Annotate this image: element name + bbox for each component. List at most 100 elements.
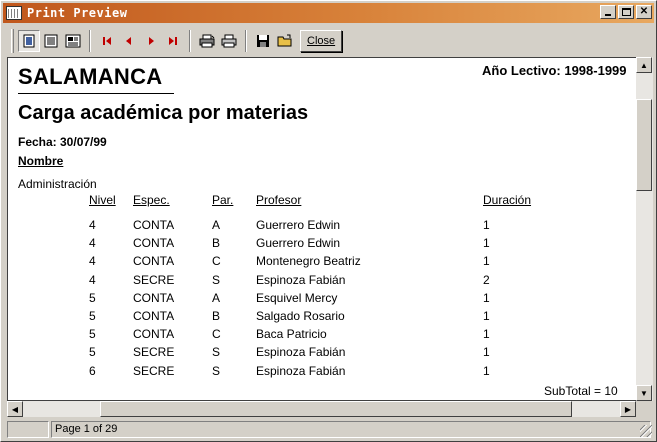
scroll-right-icon: ▶: [624, 404, 632, 414]
level-cell: 5: [89, 345, 96, 359]
duration-cell: 1: [483, 291, 490, 305]
minimize-icon: [605, 14, 611, 16]
maximize-button[interactable]: [618, 5, 634, 19]
scroll-down-icon: ▼: [640, 388, 648, 398]
print-preview-window: Print Preview ✕ Close SALAMANCA Año Lect…: [0, 0, 657, 442]
specialty-cell: CONTA: [133, 218, 175, 232]
section-cell: S: [212, 345, 221, 359]
section-cell: A: [212, 218, 221, 232]
teacher-cell: Espinoza Fabián: [256, 345, 346, 359]
teacher-cell: Guerrero Edwin: [256, 236, 341, 250]
specialty-cell: CONTA: [133, 236, 175, 250]
toolbar-separator: [189, 30, 191, 52]
level-cell: 4: [89, 273, 96, 287]
horizontal-scrollbar[interactable]: ◀ ▶: [7, 401, 636, 417]
scroll-left-button[interactable]: ◀: [7, 401, 23, 417]
duration-cell: 1: [483, 218, 490, 232]
caption-buttons: ✕: [598, 5, 652, 19]
name-header: Nombre: [18, 154, 64, 168]
specialty-cell: CONTA: [133, 291, 175, 305]
level-cell: 4: [89, 236, 96, 250]
status-bar: Page 1 of 29: [3, 419, 654, 439]
teacher-cell: Montenegro Beatriz: [256, 254, 361, 268]
specialty-cell: CONTA: [133, 327, 175, 341]
toolbar-grip[interactable]: [11, 29, 14, 53]
next-page-icon: [149, 37, 154, 45]
report-page-view[interactable]: SALAMANCA Año Lectivo: 1998-1999 Carga a…: [7, 57, 639, 401]
vertical-scroll-thumb[interactable]: [636, 99, 652, 191]
specialty-cell: SECRE: [133, 345, 175, 359]
title-underline: [18, 93, 174, 94]
whole-page-button[interactable]: [18, 30, 40, 52]
subtotal: SubTotal = 10: [544, 384, 618, 398]
duration-cell: 2: [483, 273, 490, 287]
group-name: Administración: [18, 177, 97, 191]
column-header-specialty: Espec.: [133, 193, 170, 207]
print-button[interactable]: [218, 30, 240, 52]
column-header-duration: Duración: [483, 193, 532, 207]
duration-cell: 1: [483, 364, 490, 378]
scroll-up-icon: ▲: [640, 60, 648, 70]
section-cell: S: [212, 273, 221, 287]
teacher-cell: Salgado Rosario: [256, 309, 345, 323]
section-cell: C: [212, 327, 221, 341]
scroll-left-icon: ◀: [11, 404, 19, 414]
teacher-cell: Espinoza Fabián: [256, 364, 346, 378]
page-width-button[interactable]: [40, 30, 62, 52]
level-cell: 5: [89, 291, 96, 305]
duration-cell: 1: [483, 236, 490, 250]
scroll-up-button[interactable]: ▲: [636, 57, 652, 73]
section-cell: A: [212, 291, 221, 305]
duration-cell: 1: [483, 309, 490, 323]
teacher-cell: Guerrero Edwin: [256, 218, 341, 232]
whole-page-icon: [23, 34, 35, 48]
report-date: Fecha: 30/07/99: [18, 135, 107, 149]
prev-page-icon: [126, 37, 131, 45]
print-setup-button[interactable]: [196, 30, 218, 52]
last-page-icon: [169, 37, 177, 45]
section-cell: B: [212, 309, 221, 323]
prev-page-button[interactable]: [118, 30, 140, 52]
horizontal-scroll-thumb[interactable]: [100, 401, 572, 417]
maximize-icon: [621, 8, 631, 16]
school-year: Año Lectivo: 1998-1999: [482, 63, 627, 78]
first-page-icon: [103, 37, 111, 45]
print-setup-icon: [199, 34, 215, 48]
teacher-cell: Esquivel Mercy: [256, 291, 338, 305]
level-cell: 6: [89, 364, 96, 378]
level-cell: 5: [89, 327, 96, 341]
print-icon: [221, 34, 237, 48]
resize-grip[interactable]: [640, 425, 652, 437]
toolbar-separator: [89, 30, 91, 52]
zoom-icon: [65, 34, 81, 48]
level-cell: 4: [89, 254, 96, 268]
duration-cell: 1: [483, 345, 490, 359]
open-button[interactable]: [274, 30, 296, 52]
page-width-icon: [44, 34, 58, 48]
scroll-corner: [636, 401, 653, 417]
scroll-down-button[interactable]: ▼: [636, 385, 652, 401]
save-button[interactable]: [252, 30, 274, 52]
vertical-scrollbar[interactable]: ▲ ▼: [636, 57, 653, 401]
preview-toolbar: Close: [3, 25, 654, 57]
first-page-button[interactable]: [96, 30, 118, 52]
title-bar[interactable]: Print Preview ✕: [3, 3, 654, 23]
specialty-cell: CONTA: [133, 309, 175, 323]
report-subtitle: Carga académica por materias: [18, 102, 309, 124]
scroll-right-button[interactable]: ▶: [620, 401, 636, 417]
level-cell: 4: [89, 218, 96, 232]
window-title: Print Preview: [27, 6, 128, 20]
save-icon: [257, 35, 269, 47]
status-panel-blank: [7, 420, 49, 438]
next-page-button[interactable]: [140, 30, 162, 52]
column-header-level: Nivel: [89, 193, 116, 207]
section-cell: B: [212, 236, 221, 250]
specialty-cell: SECRE: [133, 273, 175, 287]
zoom-button[interactable]: [62, 30, 84, 52]
column-header-section: Par.: [212, 193, 234, 207]
page-indicator: Page 1 of 29: [51, 420, 651, 438]
minimize-button[interactable]: [600, 5, 616, 19]
close-button[interactable]: Close: [300, 30, 343, 52]
close-window-button[interactable]: ✕: [636, 5, 652, 19]
last-page-button[interactable]: [162, 30, 184, 52]
